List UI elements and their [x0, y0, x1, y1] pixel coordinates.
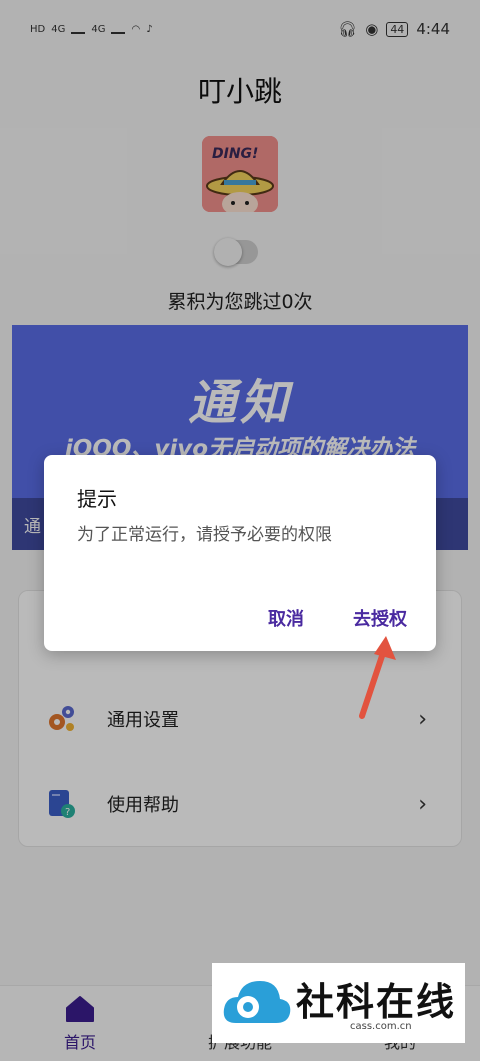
annotation-arrow-icon: [359, 636, 396, 719]
watermark-text: 社科在线: [296, 980, 457, 1024]
cancel-button[interactable]: 取消: [268, 605, 304, 631]
dialog-title: 提示: [77, 487, 117, 511]
dialog-message: 为了正常运行，请授予必要的权限: [77, 525, 332, 545]
watermark-cloud-logo: [223, 981, 291, 1023]
watermark-url: cass.com.cn: [350, 1021, 412, 1032]
watermark: 社科在线 cass.com.cn: [212, 963, 465, 1043]
grant-permission-button[interactable]: 去授权: [353, 605, 407, 631]
permission-dialog: 提示 为了正常运行，请授予必要的权限 取消 去授权: [44, 455, 436, 651]
